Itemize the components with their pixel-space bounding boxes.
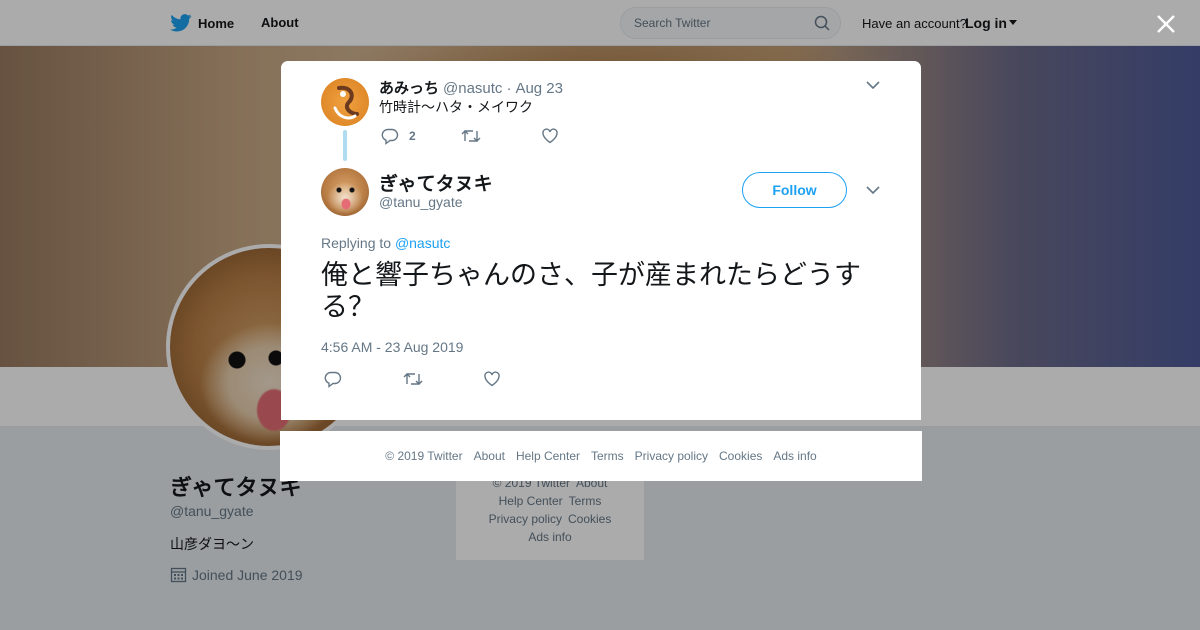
tweet-author-name[interactable]: ぎゃてタヌキ bbox=[379, 169, 493, 196]
tweet-actions bbox=[324, 370, 524, 390]
tweet-author-avatar[interactable] bbox=[321, 168, 369, 216]
tweet-text: 俺と響子ちゃんのさ、子が産まれたらどうする？ bbox=[321, 260, 861, 322]
tweet-modal: あみっち @nasutc · Aug 23 竹時計～ハタ・メイワク 2 ぎゃてタ… bbox=[281, 61, 921, 420]
replying-to: Replying to @nasutc bbox=[321, 235, 450, 251]
modal-footer: © 2019 Twitter About Help Center Terms P… bbox=[280, 431, 922, 481]
tweet-timestamp[interactable]: 4:56 AM - 23 Aug 2019 bbox=[321, 339, 463, 355]
heart-icon bbox=[542, 128, 558, 144]
footer-terms-link[interactable]: Terms bbox=[591, 449, 624, 463]
parent-reply-button[interactable]: 2 bbox=[381, 127, 416, 145]
footer-help-link[interactable]: Help Center bbox=[516, 449, 580, 463]
replying-to-link[interactable]: @nasutc bbox=[395, 235, 450, 251]
reply-icon bbox=[324, 371, 342, 388]
retweet-icon bbox=[403, 373, 423, 385]
heart-icon bbox=[484, 371, 500, 387]
footer-cookies-link[interactable]: Cookies bbox=[719, 449, 762, 463]
parent-retweet-button[interactable] bbox=[461, 127, 481, 145]
parent-tweet-text: 竹時計～ハタ・メイワク bbox=[379, 99, 533, 115]
close-icon[interactable] bbox=[1154, 12, 1178, 36]
parent-tweet-name[interactable]: あみっち bbox=[379, 77, 439, 98]
parent-tweet-header: あみっち @nasutc · Aug 23 bbox=[379, 77, 563, 98]
reply-icon bbox=[381, 128, 399, 145]
retweet-icon bbox=[461, 130, 481, 142]
parent-tweet-avatar[interactable] bbox=[321, 78, 369, 126]
like-button[interactable] bbox=[483, 370, 501, 388]
follow-button[interactable]: Follow bbox=[742, 172, 847, 208]
parent-tweet-date[interactable]: Aug 23 bbox=[515, 80, 563, 97]
footer-copyright: © 2019 Twitter bbox=[385, 449, 463, 463]
parent-tweet-handle[interactable]: @nasutc bbox=[443, 80, 502, 97]
replying-to-prefix: Replying to bbox=[321, 235, 392, 251]
parent-reply-count: 2 bbox=[409, 129, 416, 143]
chevron-down-icon[interactable] bbox=[863, 182, 883, 198]
parent-tweet-actions: 2 bbox=[381, 127, 581, 147]
parent-tweet-separator: · bbox=[506, 80, 512, 97]
parent-avatar-art bbox=[333, 85, 359, 120]
footer-privacy-link[interactable]: Privacy policy bbox=[635, 449, 708, 463]
parent-like-button[interactable] bbox=[541, 127, 559, 145]
tweet-author-handle[interactable]: @tanu_gyate bbox=[379, 194, 463, 210]
retweet-button[interactable] bbox=[403, 370, 423, 388]
thread-connector-line bbox=[343, 130, 347, 161]
footer-about-link[interactable]: About bbox=[474, 449, 505, 463]
reply-button[interactable] bbox=[324, 370, 342, 388]
footer-ads-link[interactable]: Ads info bbox=[773, 449, 816, 463]
chevron-down-icon[interactable] bbox=[863, 77, 883, 93]
